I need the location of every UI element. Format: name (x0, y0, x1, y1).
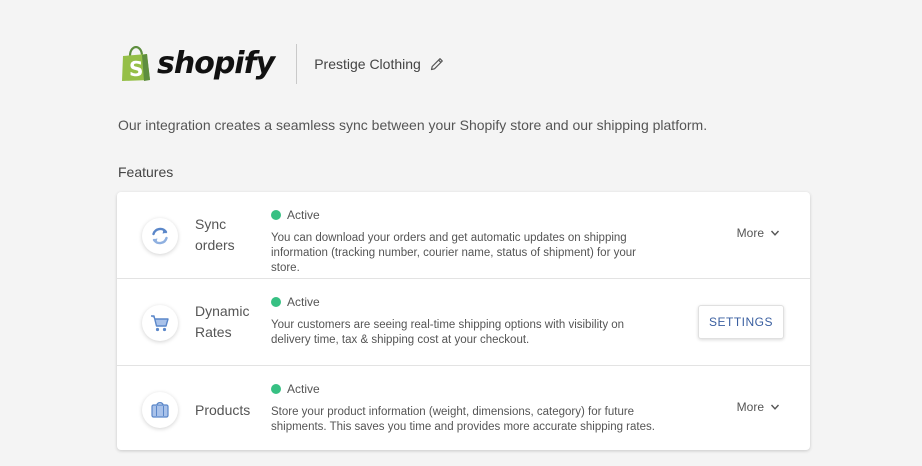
feature-description: You can download your orders and get aut… (271, 232, 636, 274)
shopping-bag-icon: S (120, 45, 152, 82)
active-dot-icon (271, 297, 281, 307)
shopify-logo: S shopify (120, 45, 275, 82)
feature-title: Sync orders (195, 216, 235, 253)
status-label: Active (287, 295, 320, 309)
feature-row-products: Products Active Store your product infor… (117, 366, 810, 452)
status-badge: Active (271, 382, 320, 396)
more-dropdown[interactable]: More (737, 400, 780, 414)
status-badge: Active (271, 295, 320, 309)
header-divider (296, 44, 298, 84)
settings-button[interactable]: SETTINGS (698, 305, 784, 339)
more-dropdown[interactable]: More (737, 226, 780, 240)
chevron-down-icon (770, 402, 780, 412)
status-badge: Active (271, 208, 320, 222)
sync-icon (142, 218, 178, 254)
feature-title: Dynamic Rates (195, 303, 250, 340)
feature-title: Products (195, 402, 251, 418)
features-heading: Features (118, 164, 174, 180)
box-icon (142, 392, 178, 428)
intro-text: Our integration creates a seamless sync … (118, 117, 708, 133)
chevron-down-icon (770, 228, 780, 238)
active-dot-icon (271, 210, 281, 220)
store-name: Prestige Clothing (314, 56, 421, 72)
store-name-group: Prestige Clothing (314, 56, 445, 72)
active-dot-icon (271, 384, 281, 394)
features-card: Sync orders Active You can download your… (117, 192, 810, 450)
status-label: Active (287, 382, 320, 396)
page-header: S shopify Prestige Clothing (120, 40, 445, 88)
svg-text:S: S (129, 57, 143, 81)
more-label: More (736, 226, 764, 240)
more-label: More (736, 400, 764, 414)
logo-wordmark: shopify (157, 46, 275, 81)
feature-row-sync-orders: Sync orders Active You can download your… (117, 192, 810, 279)
feature-row-dynamic-rates: Dynamic Rates Active Your customers are … (117, 279, 810, 366)
feature-description: Store your product information (weight, … (271, 406, 655, 433)
feature-description: Your customers are seeing real-time ship… (271, 319, 625, 346)
cart-icon (142, 305, 178, 341)
pencil-icon[interactable] (429, 56, 445, 72)
status-label: Active (287, 208, 320, 222)
